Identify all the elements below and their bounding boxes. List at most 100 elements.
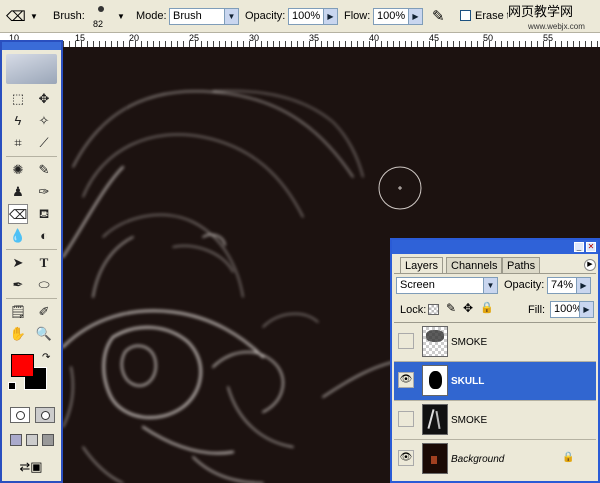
pen-tool-icon[interactable]: ✒ <box>8 275 28 295</box>
foreground-color-swatch[interactable] <box>11 354 34 377</box>
opacity-input[interactable]: 100% <box>288 8 324 25</box>
layer-name: SKULL <box>451 376 485 387</box>
screen-mode-full-menu-icon[interactable] <box>26 434 38 446</box>
eraser-tool-icon[interactable]: ⌫ <box>6 0 26 33</box>
lock-all-icon[interactable]: 🔒 <box>480 301 494 314</box>
flow-slider-arrow[interactable]: ▶ <box>408 8 423 25</box>
move-tool-icon[interactable]: ✥ <box>34 89 54 109</box>
jump-to-imageready-icon[interactable]: ⇄▣ <box>12 458 50 476</box>
minimize-icon[interactable]: _ <box>574 242 584 252</box>
layers-palette-titlebar[interactable]: _ ✕ <box>392 240 598 254</box>
tabs-underline <box>394 273 596 274</box>
screen-mode-standard-icon[interactable] <box>10 434 22 446</box>
layer-row-skull[interactable]: 👁 SKULL <box>394 362 596 401</box>
smoke-thumb-mark <box>427 409 435 429</box>
lock-image-icon[interactable]: ✎ <box>446 301 456 315</box>
erase-history-checkbox[interactable] <box>460 10 471 21</box>
clone-stamp-tool-icon[interactable]: ♟ <box>8 182 28 202</box>
skull-thumb-mark <box>429 371 442 389</box>
close-icon[interactable]: ✕ <box>586 242 596 252</box>
layer-row-smoke-top[interactable]: SMOKE <box>394 323 596 362</box>
brush-preview[interactable]: 82 <box>90 3 112 31</box>
type-tool-icon[interactable]: T <box>34 253 54 273</box>
fill-input[interactable]: 100% <box>550 301 582 318</box>
layers-palette: _ ✕ Layers Channels Paths ▶ Screen ▼ Opa… <box>390 238 600 483</box>
palette-menu-icon[interactable]: ▶ <box>584 259 596 271</box>
brush-dot-icon <box>98 6 104 12</box>
tool-preset-arrow[interactable]: ▼ <box>30 0 38 33</box>
brush-picker-arrow[interactable]: ▼ <box>117 0 125 33</box>
history-brush-tool-icon[interactable]: ✑ <box>34 182 54 202</box>
tool-separator <box>6 156 57 157</box>
layer-name: SMOKE <box>451 337 488 348</box>
mode-label: Mode: <box>136 10 167 22</box>
default-colors-icon[interactable] <box>8 382 16 390</box>
layer-row-background[interactable]: 👁 Background 🔒 <box>394 440 596 479</box>
tools-panel-titlebar[interactable] <box>2 42 61 50</box>
tab-paths[interactable]: Paths <box>502 257 541 273</box>
crop-tool-icon[interactable]: ⌗ <box>8 133 28 153</box>
options-bar: ⌫ ▼ Brush: 82 ▼ Mode: Brush ▼ Opacity: 1… <box>0 0 600 33</box>
tab-channels[interactable]: Channels <box>446 257 503 273</box>
hand-tool-icon[interactable]: ✋ <box>8 324 28 344</box>
mode-dropdown-arrow[interactable]: ▼ <box>224 8 239 25</box>
watermark-url: www.webjx.com <box>528 22 585 31</box>
flow-input[interactable]: 100% <box>373 8 409 25</box>
layer-thumbnail <box>422 443 448 474</box>
zoom-tool-icon[interactable]: 🔍 <box>34 324 54 344</box>
flow-label: Flow: <box>344 10 371 22</box>
layer-name: Background <box>451 454 505 465</box>
marquee-tool-icon[interactable]: ⬚ <box>8 89 28 109</box>
smoke-thumb-mark <box>426 330 444 342</box>
layer-opacity-label: Opacity: <box>504 279 545 291</box>
tool-separator <box>6 249 57 250</box>
quick-mask-mode-icon[interactable] <box>35 407 55 423</box>
horizontal-ruler[interactable]: 15 20 25 30 35 40 45 50 55 <box>63 33 600 48</box>
blur-tool-icon[interactable]: 💧 <box>8 226 28 246</box>
background-thumb-mark <box>431 456 437 464</box>
eyedropper-tool-icon[interactable]: ✐ <box>34 302 54 322</box>
lock-position-icon[interactable]: ✥ <box>463 301 473 315</box>
tools-panel: ⬚ ✥ ϟ ✧ ⌗ ⟋ ✺ ✎ ♟ ✑ ⌫ ⛾ 💧 ◐ ➤ T ✒ ⬭ 🗒 ✐ … <box>0 40 63 483</box>
opacity-label: Opacity: <box>245 10 286 22</box>
visibility-toggle[interactable] <box>398 333 414 349</box>
ellipse-tool-icon[interactable]: ⬭ <box>34 275 54 295</box>
dodge-tool-icon[interactable]: ◐ <box>34 226 54 246</box>
lock-transparency-icon[interactable] <box>428 304 439 315</box>
layer-opacity-slider-arrow[interactable]: ▶ <box>576 277 591 294</box>
feather-logo-icon <box>6 54 57 84</box>
layer-lock-icon: 🔒 <box>562 452 575 463</box>
visibility-toggle[interactable] <box>398 411 414 427</box>
brush-tool-icon[interactable]: ✎ <box>34 160 54 180</box>
blend-mode-dropdown-arrow[interactable]: ▼ <box>483 277 498 294</box>
opacity-slider-arrow[interactable]: ▶ <box>323 8 338 25</box>
magic-wand-tool-icon[interactable]: ✧ <box>34 111 54 131</box>
airbrush-icon[interactable]: ✎ <box>432 0 445 33</box>
standard-mode-icon[interactable] <box>10 407 30 423</box>
brush-size-value: 82 <box>93 19 104 29</box>
notes-tool-icon[interactable]: 🗒 <box>8 302 28 322</box>
lasso-tool-icon[interactable]: ϟ <box>8 111 28 131</box>
slice-tool-icon[interactable]: ⟋ <box>34 133 54 153</box>
watermark-text: 网页教学网 <box>508 4 574 20</box>
fill-slider-arrow[interactable]: ▶ <box>579 301 594 318</box>
layer-row-smoke-bottom[interactable]: SMOKE <box>394 401 596 440</box>
layer-thumbnail <box>422 326 448 357</box>
tab-layers[interactable]: Layers <box>400 257 444 273</box>
healing-brush-tool-icon[interactable]: ✺ <box>8 160 28 180</box>
brush-label: Brush: <box>53 10 85 22</box>
layer-thumbnail <box>422 365 448 396</box>
eye-icon[interactable]: 👁 <box>398 450 414 466</box>
paint-bucket-tool-icon[interactable]: ⛾ <box>34 204 54 224</box>
eye-icon[interactable]: 👁 <box>398 372 414 388</box>
tool-separator <box>6 298 57 299</box>
path-selection-tool-icon[interactable]: ➤ <box>8 253 28 273</box>
layer-opacity-input[interactable]: 74% <box>547 277 577 294</box>
fill-label: Fill: <box>528 304 546 316</box>
swap-colors-icon[interactable]: ↷ <box>42 352 50 363</box>
layer-name: SMOKE <box>451 415 488 426</box>
smoke-thumb-mark <box>435 410 441 430</box>
eraser-tool-icon[interactable]: ⌫ <box>8 204 28 224</box>
layer-thumbnail <box>422 404 448 435</box>
screen-mode-full-icon[interactable] <box>42 434 54 446</box>
